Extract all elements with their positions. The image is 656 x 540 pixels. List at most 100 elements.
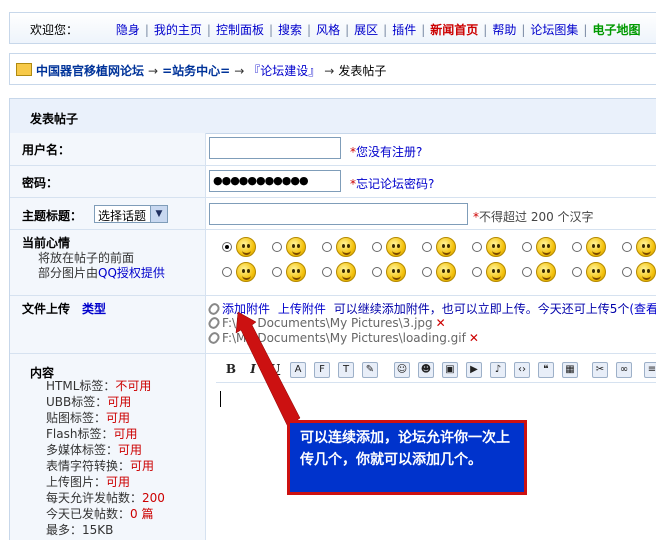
remove-attachment-icon[interactable]: ✕ xyxy=(436,316,446,330)
mood-option[interactable] xyxy=(272,261,320,285)
mood-option[interactable] xyxy=(622,236,656,260)
mood-option[interactable] xyxy=(222,261,270,285)
bold-button[interactable]: B xyxy=(222,360,240,378)
italic-button[interactable]: I xyxy=(244,360,262,378)
smiley-face-icon xyxy=(236,262,256,282)
password-mask: ●●●●●●●●●●● xyxy=(213,174,309,187)
mood-option[interactable] xyxy=(472,261,520,285)
highlight-icon[interactable]: ✎ xyxy=(362,362,378,378)
nav-item[interactable]: 我的主页 xyxy=(154,23,202,37)
mood-radio[interactable] xyxy=(372,267,382,277)
mood-radio[interactable] xyxy=(222,242,232,252)
mood-radio[interactable] xyxy=(272,242,282,252)
topic-select[interactable]: 选择话题 ▼ xyxy=(94,205,168,223)
breadcrumb-site-link[interactable]: 中国器官移植网论坛 xyxy=(36,64,144,78)
nav-item[interactable]: 搜索 xyxy=(278,23,302,37)
mood-radio[interactable] xyxy=(272,267,282,277)
underline-button[interactable]: U xyxy=(266,360,284,378)
nav-item[interactable]: 隐身 xyxy=(116,23,140,37)
smiley-face-icon xyxy=(336,262,356,282)
text-color-icon[interactable]: T xyxy=(338,362,354,378)
image-icon[interactable]: ▣ xyxy=(442,362,458,378)
mood-option[interactable] xyxy=(572,236,620,260)
mood-option[interactable] xyxy=(422,236,470,260)
nav-item[interactable]: 帮助 xyxy=(492,23,516,37)
mood-radio[interactable] xyxy=(522,267,532,277)
nav-item[interactable]: 电子地图 xyxy=(592,23,640,37)
table-icon[interactable]: ▦ xyxy=(562,362,578,378)
rule-item: 上传图片：可用 xyxy=(46,475,131,489)
nav-item[interactable]: 控制面板 xyxy=(216,23,264,37)
smiley-face-icon xyxy=(236,237,256,257)
upload-note: 可以继续添加附件，也可以立即上传。今天还可上传5个 xyxy=(333,302,630,316)
mood-option[interactable] xyxy=(222,236,270,260)
mood-option[interactable] xyxy=(472,236,520,260)
mood-option[interactable] xyxy=(322,236,370,260)
upload-row: 文件上传 类型 添加附件 上传附件 可以继续添加附件，也可以立即上传。今天还可上… xyxy=(10,296,656,354)
flash-icon[interactable]: ▶ xyxy=(466,362,482,378)
mood-radio[interactable] xyxy=(322,267,332,277)
mood-radio[interactable] xyxy=(422,242,432,252)
mood-radio[interactable] xyxy=(572,267,582,277)
smiley-icon[interactable]: ☻ xyxy=(418,362,434,378)
smiley-face-icon xyxy=(486,237,506,257)
mood-radio[interactable] xyxy=(472,267,482,277)
rule-item: 最多：15KB xyxy=(46,523,114,537)
username-row: 用户名： *您没有注册? xyxy=(10,133,656,166)
mood-option[interactable] xyxy=(372,236,420,260)
font-size-icon[interactable]: A xyxy=(290,362,306,378)
mood-option[interactable] xyxy=(272,236,320,260)
add-attachment-link[interactable]: 添加附件 xyxy=(222,302,270,316)
mood-option[interactable] xyxy=(372,261,420,285)
link-icon[interactable]: ∞ xyxy=(616,362,632,378)
clean-icon[interactable]: ✂ xyxy=(592,362,608,378)
qq-link[interactable]: QQ授权提供 xyxy=(98,266,165,280)
smiley-face-icon xyxy=(286,262,306,282)
mood-radio[interactable] xyxy=(472,242,482,252)
subject-input[interactable] xyxy=(209,203,468,225)
nav-item[interactable]: 插件 xyxy=(392,23,416,37)
forgot-password-link[interactable]: 忘记论坛密码? xyxy=(356,177,434,191)
password-row: 密码： ●●●●●●●●●●● *忘记论坛密码? xyxy=(10,166,656,198)
nav-separator: | xyxy=(421,23,426,37)
attachment-filename: F:\My Documents\My Pictures\loading.gif xyxy=(222,331,466,345)
mood-option[interactable] xyxy=(322,261,370,285)
mood-option[interactable] xyxy=(572,261,620,285)
view-link[interactable]: (查看 xyxy=(629,302,656,316)
mood-radio[interactable] xyxy=(372,242,382,252)
username-input[interactable] xyxy=(209,137,341,159)
subject-row: 主题标题： 选择话题 ▼ *不得超过 200 个汉字 xyxy=(10,198,656,230)
nav-item[interactable]: 论坛图集 xyxy=(530,23,578,37)
password-input[interactable]: ●●●●●●●●●●● xyxy=(209,170,341,192)
emoticon-icon[interactable]: ☺ xyxy=(394,362,410,378)
music-icon[interactable]: ♪ xyxy=(490,362,506,378)
mood-option[interactable] xyxy=(522,236,570,260)
upload-type-link[interactable]: 类型 xyxy=(82,300,106,317)
register-link[interactable]: 您没有注册? xyxy=(356,145,422,159)
breadcrumb-center-link[interactable]: =站务中心= xyxy=(162,64,230,78)
mood-source: 部分图片由QQ授权提供 xyxy=(38,266,165,280)
align-left-icon[interactable]: ≡ xyxy=(644,362,656,378)
mood-radio[interactable] xyxy=(522,242,532,252)
upload-attachment-link[interactable]: 上传附件 xyxy=(278,302,326,316)
smiley-face-icon xyxy=(636,237,656,257)
mood-radio[interactable] xyxy=(622,242,632,252)
mood-radio[interactable] xyxy=(572,242,582,252)
attachment-filename: F:\My Documents\My Pictures\3.jpg xyxy=(222,316,433,330)
font-face-icon[interactable]: F xyxy=(314,362,330,378)
mood-option[interactable] xyxy=(422,261,470,285)
breadcrumb-board-link[interactable]: 『论坛建设』 xyxy=(248,64,320,78)
code-icon[interactable]: ‹› xyxy=(514,362,530,378)
mood-radio[interactable] xyxy=(422,267,432,277)
remove-attachment-icon[interactable]: ✕ xyxy=(469,331,479,345)
mood-radio[interactable] xyxy=(622,267,632,277)
nav-item[interactable]: 展区 xyxy=(354,23,378,37)
quote-icon[interactable]: ❝ xyxy=(538,362,554,378)
nav-item[interactable]: 新闻首页 xyxy=(430,23,478,37)
mood-option[interactable] xyxy=(522,261,570,285)
chevron-down-icon[interactable]: ▼ xyxy=(150,206,167,222)
mood-radio[interactable] xyxy=(222,267,232,277)
mood-radio[interactable] xyxy=(322,242,332,252)
mood-option[interactable] xyxy=(622,261,656,285)
nav-item[interactable]: 风格 xyxy=(316,23,340,37)
